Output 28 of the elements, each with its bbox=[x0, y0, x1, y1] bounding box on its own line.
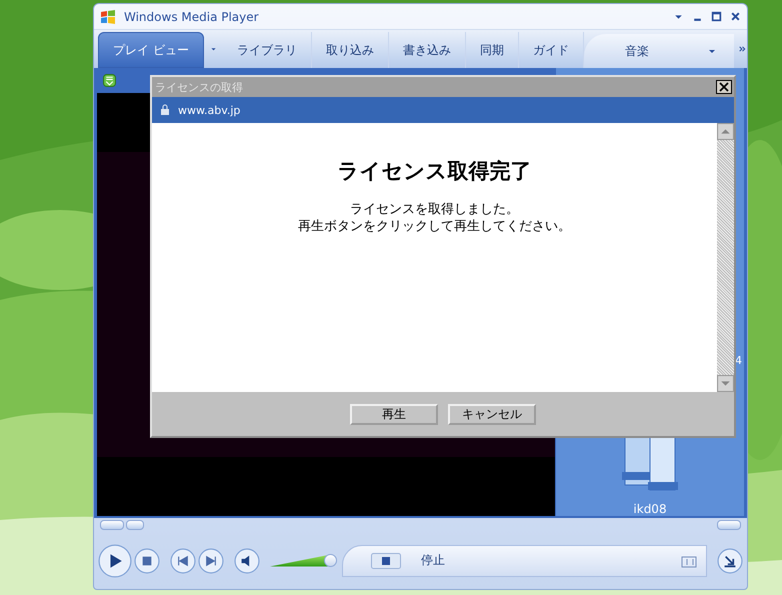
dialog-heading: ライセンス取得完了 bbox=[338, 158, 532, 185]
next-icon[interactable] bbox=[198, 548, 224, 574]
tab[interactable]: プレイ ビュー bbox=[98, 32, 204, 68]
download-icon[interactable] bbox=[103, 74, 116, 87]
stop-icon[interactable] bbox=[134, 548, 160, 574]
message-text: 再生ボタンをクリックして再生してください。 bbox=[298, 218, 571, 235]
window-title: Windows Media Player bbox=[124, 10, 259, 24]
maximize-icon[interactable] bbox=[711, 11, 722, 22]
status-text: 停止 bbox=[421, 552, 445, 569]
stop-icon[interactable] bbox=[371, 552, 401, 568]
message-text: ライセンスを取得しました。 bbox=[350, 201, 519, 218]
dialog-button[interactable]: 再生 bbox=[350, 404, 438, 424]
dialog-button[interactable]: キャンセル bbox=[448, 404, 536, 424]
close-button[interactable] bbox=[716, 80, 732, 94]
close-icon[interactable] bbox=[730, 11, 741, 22]
flag-logo-icon bbox=[100, 8, 116, 24]
media-title: ikd08 bbox=[633, 502, 667, 516]
pane-text: 4 bbox=[735, 354, 742, 367]
lock-icon bbox=[160, 104, 170, 116]
mini-mode-icon[interactable] bbox=[717, 548, 743, 574]
volume-slider[interactable] bbox=[270, 554, 336, 568]
url-text: www.abv.jp bbox=[178, 104, 240, 116]
dialog-title: ライセンスの取得 bbox=[155, 80, 243, 94]
speaker-icon[interactable] bbox=[234, 548, 260, 574]
previous-icon[interactable] bbox=[170, 548, 196, 574]
double-chevron-icon[interactable] bbox=[738, 44, 746, 54]
media-tab[interactable]: 音楽 bbox=[584, 34, 734, 68]
play-icon[interactable] bbox=[98, 544, 132, 578]
